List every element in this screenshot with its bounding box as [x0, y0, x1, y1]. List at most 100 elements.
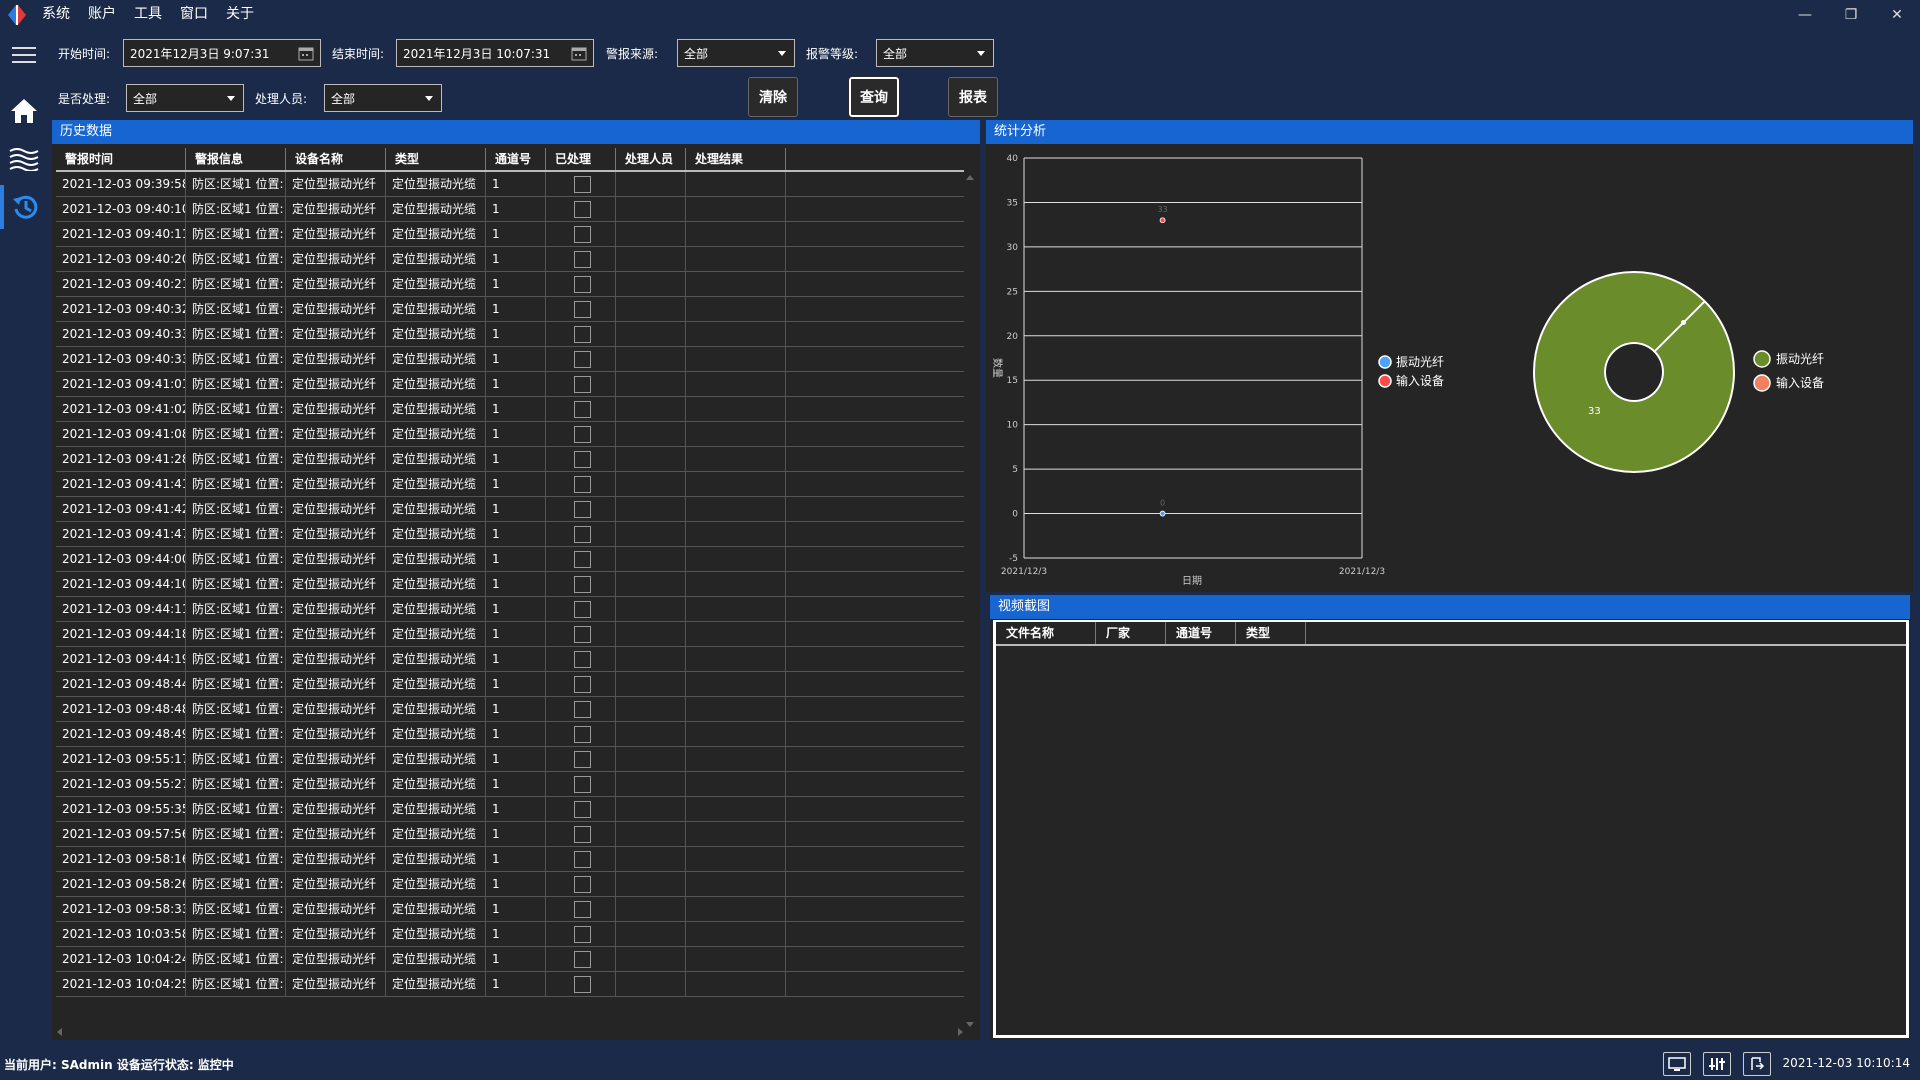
- table-row[interactable]: 2021-12-03 09:41:08 防区:区域1 位置: 定位型振动光纤 定位型振…: [56, 422, 964, 447]
- table-row[interactable]: 2021-12-03 09:58:26 防区:区域1 位置: 定位型振动光纤 定位型振…: [56, 872, 964, 897]
- handled-checkbox[interactable]: [574, 651, 591, 668]
- table-row[interactable]: 2021-12-03 09:40:21 防区:区域1 位置: 定位型振动光纤 定位型振…: [56, 272, 964, 297]
- start-time-picker[interactable]: 2021年12月3日 9:07:31: [123, 39, 321, 67]
- alarm-level-select[interactable]: 全部: [876, 39, 994, 67]
- handled-checkbox[interactable]: [574, 401, 591, 418]
- handled-checkbox[interactable]: [574, 576, 591, 593]
- minimize-button[interactable]: —: [1782, 0, 1828, 29]
- close-button[interactable]: ✕: [1874, 0, 1920, 29]
- handled-checkbox[interactable]: [574, 276, 591, 293]
- handled-checkbox[interactable]: [574, 601, 591, 618]
- col-alarm-info[interactable]: 警报信息: [186, 148, 286, 170]
- report-button[interactable]: 报表: [948, 77, 998, 117]
- restore-button[interactable]: ❐: [1828, 0, 1874, 29]
- handled-checkbox[interactable]: [574, 526, 591, 543]
- table-row[interactable]: 2021-12-03 09:48:49 防区:区域1 位置: 定位型振动光纤 定位型振…: [56, 722, 964, 747]
- table-row[interactable]: 2021-12-03 10:03:58 防区:区域1 位置: 定位型振动光纤 定位型振…: [56, 922, 964, 947]
- table-row[interactable]: 2021-12-03 09:41:41 防区:区域1 位置: 定位型振动光纤 定位型振…: [56, 472, 964, 497]
- waves-icon[interactable]: [0, 137, 48, 181]
- home-icon[interactable]: [0, 89, 48, 133]
- handled-checkbox[interactable]: [574, 901, 591, 918]
- alarm-source-select[interactable]: 全部: [677, 39, 795, 67]
- end-time-picker[interactable]: 2021年12月3日 10:07:31: [396, 39, 594, 67]
- table-row[interactable]: 2021-12-03 09:40:33 防区:区域1 位置: 定位型振动光纤 定位型振…: [56, 322, 964, 347]
- clear-button[interactable]: 清除: [748, 77, 798, 117]
- table-row[interactable]: 2021-12-03 09:55:35 防区:区域1 位置: 定位型振动光纤 定位型振…: [56, 797, 964, 822]
- calendar-icon[interactable]: [571, 45, 587, 64]
- monitor-icon[interactable]: [1663, 1052, 1691, 1076]
- handled-checkbox[interactable]: [574, 701, 591, 718]
- table-row[interactable]: 2021-12-03 09:48:48 防区:区域1 位置: 定位型振动光纤 定位型振…: [56, 697, 964, 722]
- table-row[interactable]: 2021-12-03 09:48:44 防区:区域1 位置: 定位型振动光纤 定位型振…: [56, 672, 964, 697]
- menu-window[interactable]: 窗口: [172, 0, 218, 29]
- history-horizontal-scrollbar[interactable]: [56, 1026, 964, 1036]
- query-button[interactable]: 查询: [848, 76, 900, 118]
- handled-checkbox[interactable]: [574, 251, 591, 268]
- equalizer-icon[interactable]: [1703, 1052, 1731, 1076]
- handled-checkbox[interactable]: [574, 726, 591, 743]
- menu-about[interactable]: 关于: [218, 0, 264, 29]
- handled-checkbox[interactable]: [574, 501, 591, 518]
- history-icon[interactable]: [0, 185, 48, 229]
- handled-checkbox[interactable]: [574, 926, 591, 943]
- col-channel[interactable]: 通道号: [486, 148, 546, 170]
- hamburger-menu-icon[interactable]: [0, 33, 48, 77]
- col-file-name[interactable]: 文件名称: [996, 622, 1096, 644]
- col-handled[interactable]: 已处理: [546, 148, 616, 170]
- col-result[interactable]: 处理结果: [686, 148, 786, 170]
- col-device-name[interactable]: 设备名称: [286, 148, 386, 170]
- table-row[interactable]: 2021-12-03 09:41:01 防区:区域1 位置: 定位型振动光纤 定位型振…: [56, 372, 964, 397]
- table-row[interactable]: 2021-12-03 09:41:02 防区:区域1 位置: 定位型振动光纤 定位型振…: [56, 397, 964, 422]
- table-row[interactable]: 2021-12-03 09:55:27 防区:区域1 位置: 定位型振动光纤 定位型振…: [56, 772, 964, 797]
- calendar-icon[interactable]: [298, 45, 314, 64]
- handled-checkbox[interactable]: [574, 451, 591, 468]
- handled-checkbox[interactable]: [574, 951, 591, 968]
- table-row[interactable]: 2021-12-03 09:58:33 防区:区域1 位置: 定位型振动光纤 定位型振…: [56, 897, 964, 922]
- table-row[interactable]: 2021-12-03 09:40:10 防区:区域1 位置: 定位型振动光纤 定位型振…: [56, 197, 964, 222]
- handled-checkbox[interactable]: [574, 301, 591, 318]
- handled-checkbox[interactable]: [574, 801, 591, 818]
- history-vertical-scrollbar[interactable]: [966, 174, 974, 1028]
- table-row[interactable]: 2021-12-03 09:39:58 防区:区域1 位置: 定位型振动光纤 定位型振…: [56, 172, 964, 197]
- col-alarm-time[interactable]: 警报时间: [56, 148, 186, 170]
- table-row[interactable]: 2021-12-03 09:40:11 防区:区域1 位置: 定位型振动光纤 定位型振…: [56, 222, 964, 247]
- logout-icon[interactable]: [1743, 1052, 1771, 1076]
- table-row[interactable]: 2021-12-03 09:44:19 防区:区域1 位置: 定位型振动光纤 定位型振…: [56, 647, 964, 672]
- handled-checkbox[interactable]: [574, 176, 591, 193]
- handled-checkbox[interactable]: [574, 626, 591, 643]
- handled-checkbox[interactable]: [574, 876, 591, 893]
- handled-checkbox[interactable]: [574, 676, 591, 693]
- menu-tools[interactable]: 工具: [126, 0, 172, 29]
- handled-select[interactable]: 全部: [126, 84, 244, 112]
- handled-checkbox[interactable]: [574, 201, 591, 218]
- handled-checkbox[interactable]: [574, 776, 591, 793]
- table-row[interactable]: 2021-12-03 09:40:33 防区:区域1 位置: 定位型振动光纤 定位型振…: [56, 347, 964, 372]
- col-type[interactable]: 类型: [386, 148, 486, 170]
- table-row[interactable]: 2021-12-03 09:55:17 防区:区域1 位置: 定位型振动光纤 定位型振…: [56, 747, 964, 772]
- table-row[interactable]: 2021-12-03 09:44:10 防区:区域1 位置: 定位型振动光纤 定位型振…: [56, 572, 964, 597]
- handled-checkbox[interactable]: [574, 351, 591, 368]
- table-row[interactable]: 2021-12-03 09:44:11 防区:区域1 位置: 定位型振动光纤 定位型振…: [56, 597, 964, 622]
- table-row[interactable]: 2021-12-03 09:40:20 防区:区域1 位置: 定位型振动光纤 定位型振…: [56, 247, 964, 272]
- handled-checkbox[interactable]: [574, 976, 591, 993]
- col-manufacturer[interactable]: 厂家: [1096, 622, 1166, 644]
- handler-select[interactable]: 全部: [324, 84, 442, 112]
- table-row[interactable]: 2021-12-03 10:04:24 防区:区域1 位置: 定位型振动光纤 定位型振…: [56, 947, 964, 972]
- table-row[interactable]: 2021-12-03 09:41:47 防区:区域1 位置: 定位型振动光纤 定位型振…: [56, 522, 964, 547]
- menu-account[interactable]: 账户: [80, 0, 126, 29]
- handled-checkbox[interactable]: [574, 226, 591, 243]
- table-row[interactable]: 2021-12-03 09:44:00 防区:区域1 位置: 定位型振动光纤 定位型振…: [56, 547, 964, 572]
- handled-checkbox[interactable]: [574, 826, 591, 843]
- handled-checkbox[interactable]: [574, 376, 591, 393]
- handled-checkbox[interactable]: [574, 851, 591, 868]
- table-row[interactable]: 2021-12-03 10:04:25 防区:区域1 位置: 定位型振动光纤 定位型振…: [56, 972, 964, 997]
- table-row[interactable]: 2021-12-03 09:41:28 防区:区域1 位置: 定位型振动光纤 定位型振…: [56, 447, 964, 472]
- table-row[interactable]: 2021-12-03 09:44:18 防区:区域1 位置: 定位型振动光纤 定位型振…: [56, 622, 964, 647]
- table-row[interactable]: 2021-12-03 09:41:42 防区:区域1 位置: 定位型振动光纤 定位型振…: [56, 497, 964, 522]
- handled-checkbox[interactable]: [574, 751, 591, 768]
- handled-checkbox[interactable]: [574, 551, 591, 568]
- col-type[interactable]: 类型: [1236, 622, 1306, 644]
- table-row[interactable]: 2021-12-03 09:40:32 防区:区域1 位置: 定位型振动光纤 定位型振…: [56, 297, 964, 322]
- col-handler[interactable]: 处理人员: [616, 148, 686, 170]
- handled-checkbox[interactable]: [574, 326, 591, 343]
